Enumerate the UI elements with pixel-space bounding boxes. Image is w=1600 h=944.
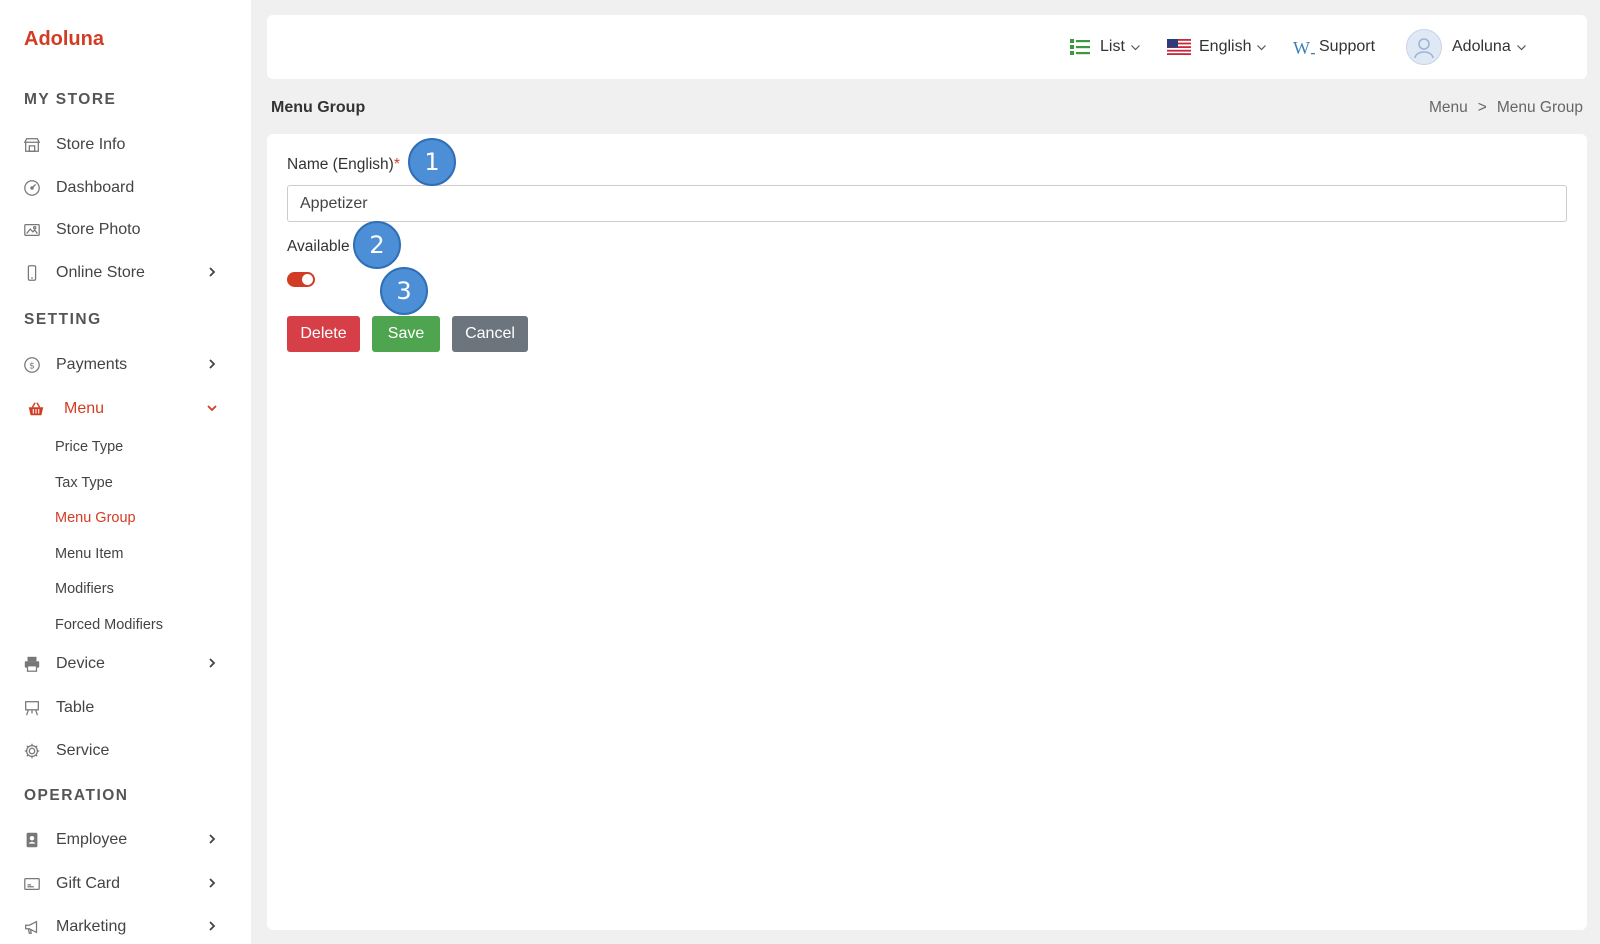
brand-logo[interactable]: Adoluna: [24, 28, 104, 51]
gear-icon: [22, 741, 42, 761]
sidebar-item-table[interactable]: Table: [0, 688, 251, 728]
sidebar-item-label: Store Photo: [56, 221, 141, 238]
support-logo-icon: W: [1293, 38, 1315, 56]
sidebar-subitem-modifiers[interactable]: Modifiers: [55, 581, 114, 597]
basket-icon: [26, 399, 46, 419]
sidebar-item-label: Service: [56, 742, 110, 759]
sidebar-item-label: Table: [56, 699, 95, 716]
sidebar-item-dashboard[interactable]: Dashboard: [0, 168, 251, 208]
store-icon: [22, 135, 42, 155]
cancel-button[interactable]: Cancel: [452, 316, 528, 352]
name-input[interactable]: [287, 185, 1567, 222]
support-link[interactable]: W Support: [1293, 15, 1375, 79]
dashboard-icon: [22, 178, 42, 198]
sidebar-subitem-tax-type[interactable]: Tax Type: [55, 475, 113, 491]
megaphone-icon: [22, 917, 42, 937]
sidebar-item-menu[interactable]: Menu: [0, 389, 251, 429]
avatar: [1406, 29, 1442, 65]
chevron-right-icon: [209, 878, 216, 888]
sidebar-item-label: Gift Card: [56, 875, 121, 892]
chevron-right-icon: [209, 267, 216, 277]
required-marker: *: [393, 156, 400, 173]
available-toggle[interactable]: [287, 272, 315, 287]
step-marker-3: 3: [380, 267, 428, 315]
list-menu-label: List: [1100, 38, 1125, 55]
chevron-right-icon: [209, 834, 216, 844]
sidebar-subitem-forced-modifiers[interactable]: Forced Modifiers: [55, 617, 163, 633]
sidebar-item-label: Marketing: [56, 918, 127, 935]
sidebar-item-label: Payments: [56, 356, 128, 373]
sidebar-item-online-store[interactable]: Online Store: [0, 253, 251, 293]
chevron-down-icon: [1130, 44, 1140, 50]
badge-icon: [22, 830, 42, 850]
delete-button[interactable]: Delete: [287, 316, 360, 352]
breadcrumb-item-menu[interactable]: Menu: [1429, 99, 1468, 117]
breadcrumb: Menu > Menu Group: [1429, 99, 1583, 117]
sidebar-item-store-photo[interactable]: Store Photo: [0, 210, 251, 250]
printer-icon: [22, 654, 42, 674]
toggle-knob: [302, 274, 313, 285]
sidebar-item-label: Store Info: [56, 136, 126, 153]
save-button[interactable]: Save: [372, 316, 440, 352]
table-icon: [22, 698, 42, 718]
step-marker-1: 1: [408, 138, 456, 186]
section-title-setting: SETTING: [24, 311, 102, 328]
sidebar-item-label: Dashboard: [56, 179, 135, 196]
sidebar-item-label: Employee: [56, 831, 128, 848]
section-title-operation: OPERATION: [24, 787, 129, 804]
chevron-down-icon: [1516, 44, 1526, 50]
phone-icon: [22, 263, 42, 283]
chevron-right-icon: [209, 921, 216, 931]
sidebar-item-label: Online Store: [56, 264, 145, 281]
us-flag-icon: [1167, 39, 1191, 55]
photo-icon: [22, 220, 42, 240]
sidebar-item-device[interactable]: Device: [0, 644, 251, 684]
sidebar-item-label: Menu: [64, 400, 105, 417]
chevron-right-icon: [209, 658, 216, 668]
list-icon: [1070, 39, 1090, 55]
user-menu-button[interactable]: Adoluna: [1406, 15, 1527, 79]
sidebar-subitem-price-type[interactable]: Price Type: [55, 439, 123, 455]
user-name-label: Adoluna: [1452, 38, 1511, 55]
top-bar: List English W Support Adoluna: [267, 15, 1587, 79]
sidebar: Adoluna MY STORE Store Info Dashboard St…: [0, 0, 251, 944]
sidebar-item-store-info[interactable]: Store Info: [0, 125, 251, 165]
sidebar-item-gift-card[interactable]: Gift Card: [0, 864, 251, 904]
breadcrumb-separator: >: [1477, 99, 1487, 116]
svg-text:W: W: [1293, 38, 1310, 56]
language-label: English: [1199, 38, 1252, 55]
language-selector[interactable]: English: [1167, 15, 1267, 79]
chevron-right-icon: [209, 359, 216, 369]
page-title: Menu Group: [271, 99, 366, 116]
name-field-label: Name (English)*: [287, 156, 400, 174]
sidebar-item-payments[interactable]: $ Payments: [0, 345, 251, 385]
breadcrumb-item-current: Menu Group: [1496, 99, 1583, 116]
sidebar-subitem-menu-item[interactable]: Menu Item: [55, 546, 124, 562]
sidebar-item-label: Device: [56, 655, 105, 672]
dollar-icon: $: [22, 355, 42, 375]
card-icon: [22, 874, 42, 894]
sidebar-item-marketing[interactable]: Marketing: [0, 907, 251, 944]
name-label-text: Name (English): [287, 156, 394, 173]
chevron-down-icon: [207, 405, 217, 412]
sidebar-item-employee[interactable]: Employee: [0, 820, 251, 860]
sidebar-subitem-menu-group[interactable]: Menu Group: [55, 510, 136, 526]
list-menu-button[interactable]: List: [1069, 15, 1141, 79]
svg-text:$: $: [29, 362, 35, 372]
support-label: Support: [1319, 38, 1376, 55]
sidebar-item-service[interactable]: Service: [0, 731, 251, 771]
section-title-my-store: MY STORE: [24, 91, 117, 108]
available-label: Available: [287, 238, 350, 255]
user-icon: [1414, 38, 1434, 59]
form-card: Name (English)* Available Delete Save Ca…: [267, 134, 1587, 930]
chevron-down-icon: [1257, 44, 1267, 50]
step-marker-2: 2: [353, 221, 401, 269]
